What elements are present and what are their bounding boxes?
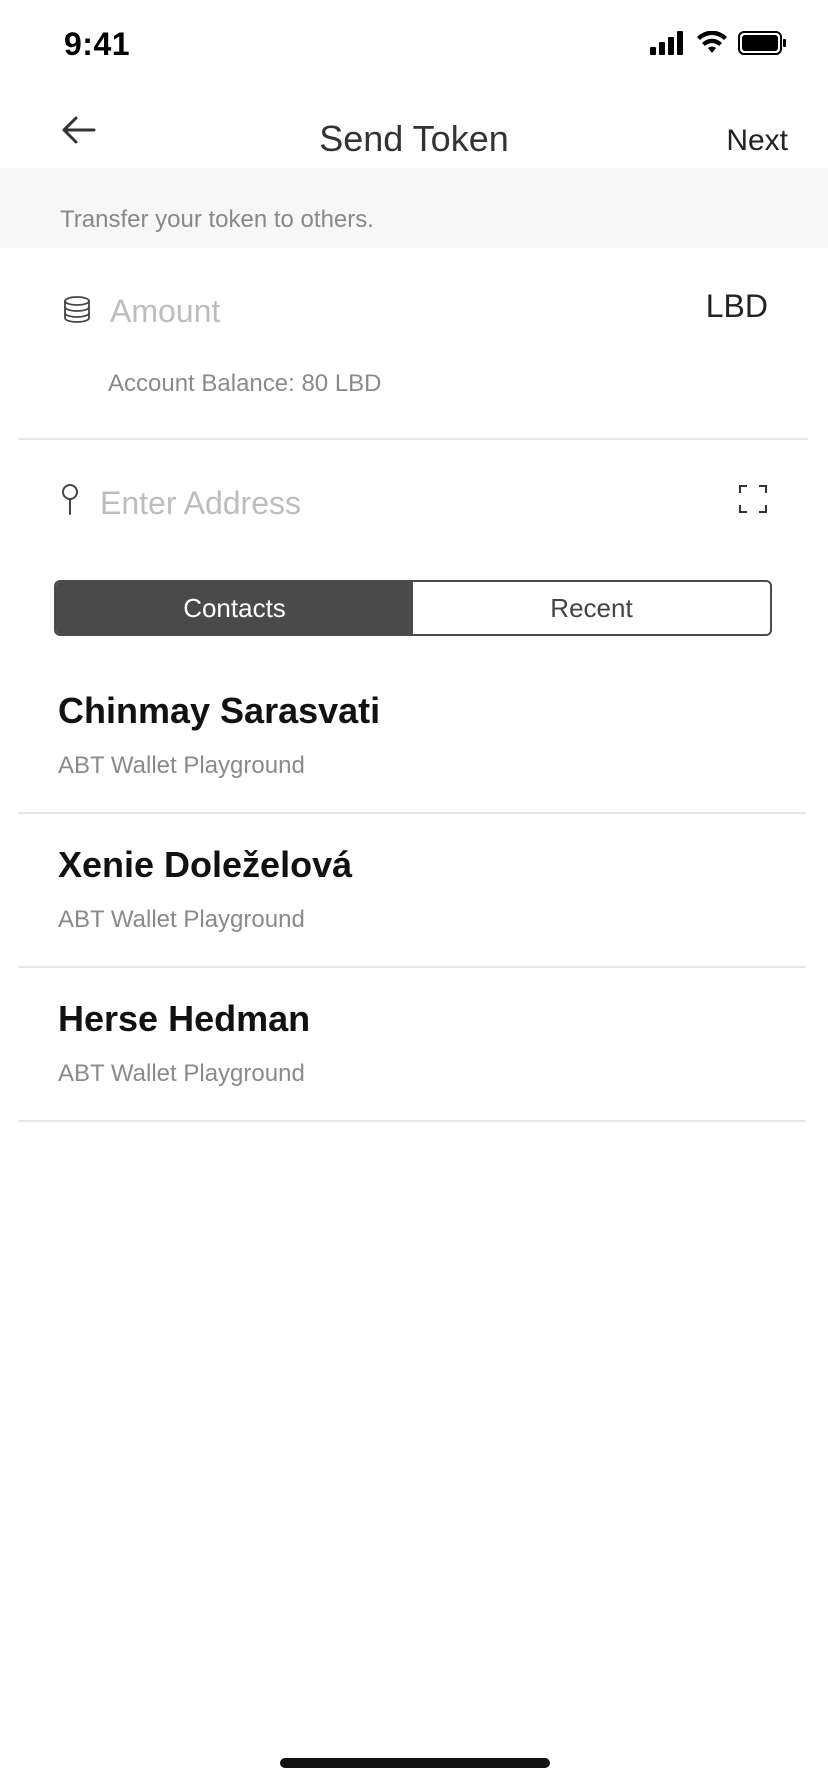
status-bar: 9:41: [0, 0, 828, 88]
home-indicator: [280, 1758, 550, 1768]
wifi-icon: [697, 31, 727, 53]
subtitle-band: Transfer your token to others.: [0, 168, 828, 248]
account-balance: Account Balance: 80 LBD: [108, 370, 382, 397]
amount-input[interactable]: [110, 288, 670, 334]
next-button[interactable]: Next: [726, 124, 788, 158]
contacts-recent-tabs: Contacts Recent: [54, 580, 772, 636]
coins-icon: [64, 296, 90, 323]
signal-icon: [650, 31, 683, 55]
divider: [18, 438, 808, 440]
tab-recent[interactable]: Recent: [413, 582, 770, 634]
battery-icon: [738, 31, 786, 55]
tab-contacts[interactable]: Contacts: [56, 582, 413, 634]
contact-name: Chinmay Sarasvati: [58, 690, 381, 731]
list-item[interactable]: Herse Hedman ABT Wallet Playground: [18, 968, 806, 1122]
status-time: 9:41: [64, 26, 131, 62]
page-title: Send Token: [319, 118, 509, 159]
address-row: [0, 466, 828, 536]
contact-name: Herse Hedman: [58, 998, 311, 1039]
pin-icon: [62, 484, 78, 515]
nav-bar: Send Token Next: [0, 88, 828, 168]
status-icons: [650, 28, 788, 58]
list-item[interactable]: Xenie Doleželová ABT Wallet Playground: [18, 814, 806, 968]
contact-subtitle: ABT Wallet Playground: [58, 1060, 305, 1087]
contact-subtitle: ABT Wallet Playground: [58, 752, 305, 779]
contact-subtitle: ABT Wallet Playground: [58, 906, 305, 933]
amount-row: LBD: [0, 270, 828, 340]
subtitle-text: Transfer your token to others.: [60, 206, 374, 233]
list-item[interactable]: Chinmay Sarasvati ABT Wallet Playground: [18, 660, 806, 814]
scan-icon[interactable]: [738, 484, 768, 514]
contact-list: Chinmay Sarasvati ABT Wallet Playground …: [0, 660, 828, 1122]
amount-unit: LBD: [705, 288, 768, 324]
contact-name: Xenie Doleželová: [58, 844, 353, 885]
address-input[interactable]: [100, 480, 700, 526]
